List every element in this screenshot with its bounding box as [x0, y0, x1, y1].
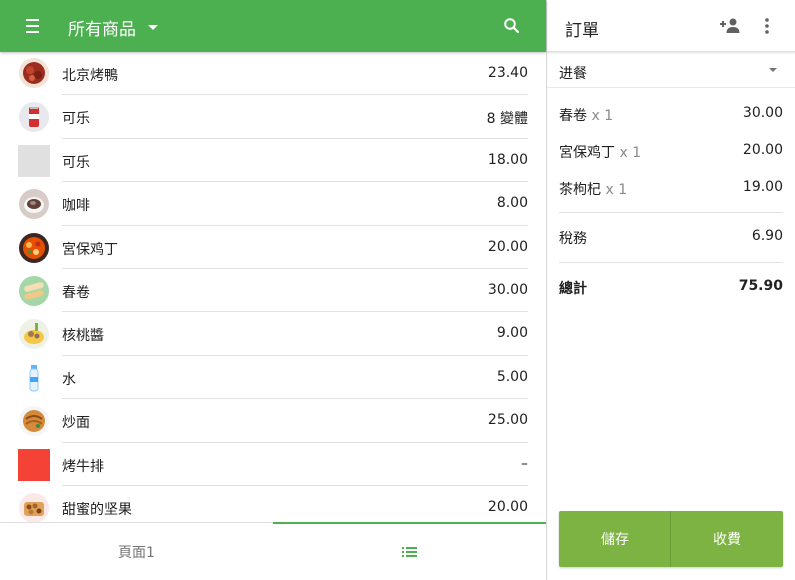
product-price: 9.00: [496, 325, 528, 342]
total-value: 75.90: [738, 278, 783, 294]
order-item-price: 19.00: [742, 179, 783, 195]
tax-value: 6.90: [751, 228, 783, 244]
water-bottle-thumbnail: [29, 364, 39, 392]
product-price: 20.00: [487, 238, 528, 255]
order-item-name: 茶枸杞: [559, 182, 601, 198]
order-item-price: 20.00: [742, 142, 783, 158]
menu-button[interactable]: [22, 16, 46, 36]
peking-duck-thumbnail: [19, 58, 49, 88]
product-row[interactable]: 春卷 30.00: [0, 269, 546, 313]
product-price: 5.00: [496, 368, 528, 385]
product-row[interactable]: 咖啡 8.00: [0, 182, 546, 226]
product-price: 8.00: [496, 195, 528, 212]
kungpao-chicken-thumbnail: [19, 232, 49, 263]
order-item[interactable]: 春卷 x 1 30.00: [547, 96, 795, 133]
product-row[interactable]: 炒面 25.00: [0, 399, 546, 443]
product-row[interactable]: 宮保鸡丁 20.00: [0, 226, 546, 269]
product-name: 可乐: [62, 154, 90, 171]
chevron-down-icon: [148, 24, 158, 30]
order-actions: 儲存 收費: [559, 511, 783, 567]
product-name: 烤牛排: [62, 458, 104, 475]
color-tile-thumbnail: [18, 448, 50, 481]
product-name: 咖啡: [62, 198, 90, 215]
list-icon: [401, 547, 417, 557]
more-vert-icon: [765, 18, 769, 34]
product-name: 北京烤鴨: [62, 68, 118, 84]
dining-option-dropdown[interactable]: 进餐: [547, 52, 795, 88]
save-button[interactable]: 儲存: [559, 511, 671, 567]
product-name: 炒面: [62, 415, 90, 432]
product-row[interactable]: 可乐 8 變體: [0, 95, 546, 139]
fried-noodles-thumbnail: [19, 406, 49, 437]
add-person-icon: [720, 18, 740, 33]
product-name: 宮保鸡丁: [62, 241, 118, 258]
tab-list-view[interactable]: [273, 522, 546, 580]
tax-divider: [559, 262, 783, 263]
product-row[interactable]: 北京烤鴨 23.40: [0, 52, 546, 96]
product-price: 20.00: [487, 498, 528, 515]
product-price: 25.00: [487, 412, 528, 429]
order-item-list: 春卷 x 1 30.00 宮保鸡丁 x 1 20.00 茶枸杞 x 1 19.0…: [547, 96, 795, 207]
product-name: 水: [62, 371, 76, 388]
items-divider: [559, 212, 783, 213]
product-list: 北京烤鴨 23.40 可乐 8 變體 可乐 18.00 咖啡 8.00 宮保鸡丁…: [0, 52, 546, 522]
order-item-qty: x 1: [619, 145, 642, 161]
order-item-label: 茶枸杞 x 1: [559, 179, 627, 199]
product-name: 可乐: [62, 111, 90, 128]
search-icon: [504, 18, 520, 34]
tab-page1-label: 頁面1: [118, 545, 155, 561]
tax-label: 稅務: [559, 231, 587, 247]
product-price: 23.40: [487, 65, 528, 81]
total-label: 總計: [559, 281, 587, 297]
order-item-name: 春卷: [559, 108, 587, 124]
tax-row: 稅務 6.90: [547, 226, 795, 250]
page-tabs: 頁面1: [0, 522, 546, 580]
product-row[interactable]: 烤牛排 –: [0, 443, 546, 486]
product-panel: 所有商品 北京烤鴨 23.40 可乐 8 變體 可乐 18.00 咖啡 8.00…: [0, 0, 546, 580]
product-row[interactable]: 可乐 18.00: [0, 139, 546, 183]
chevron-down-icon: [769, 68, 777, 72]
order-item-label: 春卷 x 1: [559, 105, 613, 125]
product-row[interactable]: 水 5.00: [0, 356, 546, 400]
placeholder-thumbnail: [18, 144, 50, 177]
product-name: 春卷: [62, 284, 90, 301]
order-item[interactable]: 宮保鸡丁 x 1 20.00: [547, 133, 795, 170]
product-price: 18.00: [487, 151, 528, 168]
cola-can-thumbnail: [19, 102, 49, 133]
order-panel: 訂單 进餐 春卷 x 1 30.00 宮保鸡丁 x 1 20.00 茶枸杞 x …: [547, 0, 795, 580]
product-name: 核桃醬: [62, 328, 104, 345]
tab-page1[interactable]: 頁面1: [0, 523, 273, 580]
add-customer-button[interactable]: [719, 17, 741, 35]
product-price: 8 變體: [486, 111, 528, 128]
order-item-name: 宮保鸡丁: [559, 145, 615, 161]
category-dropdown[interactable]: 所有商品: [68, 13, 158, 41]
sweet-nuts-thumbnail: [19, 492, 49, 522]
more-options-button[interactable]: [763, 17, 771, 35]
search-button[interactable]: [503, 17, 521, 35]
spring-roll-thumbnail: [19, 275, 49, 306]
category-title: 所有商品: [68, 19, 136, 40]
product-price: 30.00: [487, 281, 528, 298]
coffee-thumbnail: [19, 189, 49, 220]
order-header: 訂單: [547, 0, 795, 52]
order-title: 訂單: [565, 21, 599, 41]
product-price: –: [521, 455, 528, 472]
order-item-qty: x 1: [591, 108, 614, 124]
charge-button[interactable]: 收費: [671, 511, 783, 567]
dining-option-value: 进餐: [559, 66, 587, 82]
product-row[interactable]: 核桃醬 9.00: [0, 312, 546, 356]
menu-icon: [26, 19, 39, 33]
order-item-label: 宮保鸡丁 x 1: [559, 142, 641, 162]
order-item[interactable]: 茶枸杞 x 1 19.00: [547, 170, 795, 207]
product-row[interactable]: 甜蜜的坚果 20.00: [0, 486, 546, 522]
product-name: 甜蜜的坚果: [62, 501, 132, 518]
app-bar: 所有商品: [0, 0, 546, 52]
order-item-price: 30.00: [742, 105, 783, 121]
walnut-sauce-thumbnail: [19, 319, 49, 350]
total-row: 總計 75.90: [547, 276, 795, 300]
order-item-qty: x 1: [605, 182, 628, 198]
